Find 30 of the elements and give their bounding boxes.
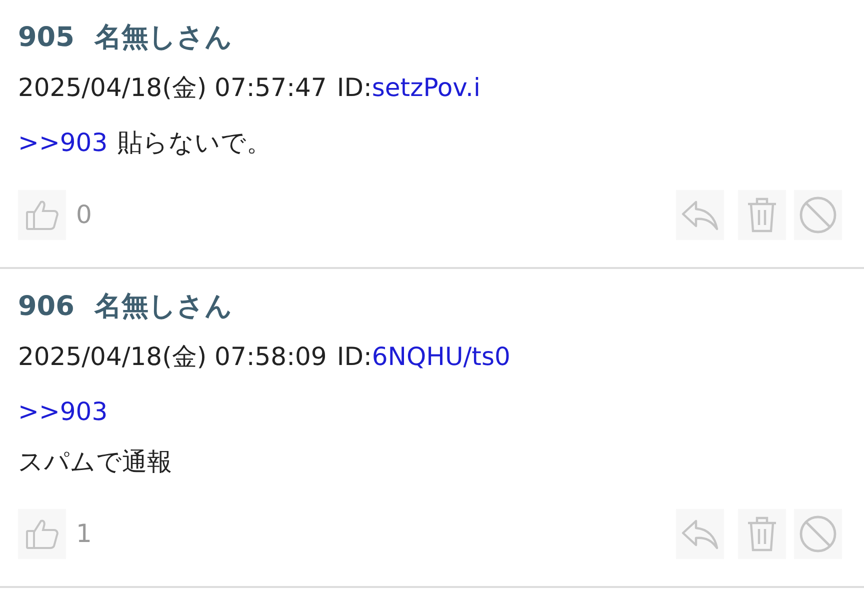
trash-icon xyxy=(745,196,779,234)
trash-icon xyxy=(745,515,779,553)
id-label: ID: xyxy=(336,72,372,104)
post-date: 2025/04/18(金) 07:57:47 xyxy=(18,72,327,104)
reply-button[interactable] xyxy=(676,509,724,559)
like-button[interactable] xyxy=(18,509,66,559)
reply-icon xyxy=(680,517,720,551)
like-count: 1 xyxy=(76,518,92,550)
poster-id[interactable]: setzPov.i xyxy=(372,69,480,107)
delete-button[interactable] xyxy=(738,509,786,559)
post-text: 貼らないで。 xyxy=(118,127,272,160)
like-count: 0 xyxy=(76,199,92,232)
block-button[interactable] xyxy=(794,190,842,240)
prohibited-icon xyxy=(798,195,838,235)
delete-button[interactable] xyxy=(738,190,786,240)
like-button[interactable] xyxy=(18,190,66,240)
id-label: ID: xyxy=(336,341,372,374)
reply-anchor-link[interactable]: >>903 xyxy=(18,124,108,162)
post-number: 905 xyxy=(18,20,74,55)
poster-id[interactable]: 6NQHU/ts0 xyxy=(372,338,510,376)
post-number: 906 xyxy=(18,290,74,324)
prohibited-icon xyxy=(798,514,838,554)
poster-name: 名無しさん xyxy=(94,290,232,324)
reply-button[interactable] xyxy=(676,190,724,240)
post-date: 2025/04/18(金) 07:58:09 xyxy=(18,341,327,374)
block-button[interactable] xyxy=(794,509,842,559)
poster-name: 名無しさん xyxy=(94,20,232,55)
reply-icon xyxy=(680,198,720,232)
reply-anchor-link[interactable]: >>903 xyxy=(18,393,108,431)
post-text: スパムで通報 xyxy=(18,446,172,478)
